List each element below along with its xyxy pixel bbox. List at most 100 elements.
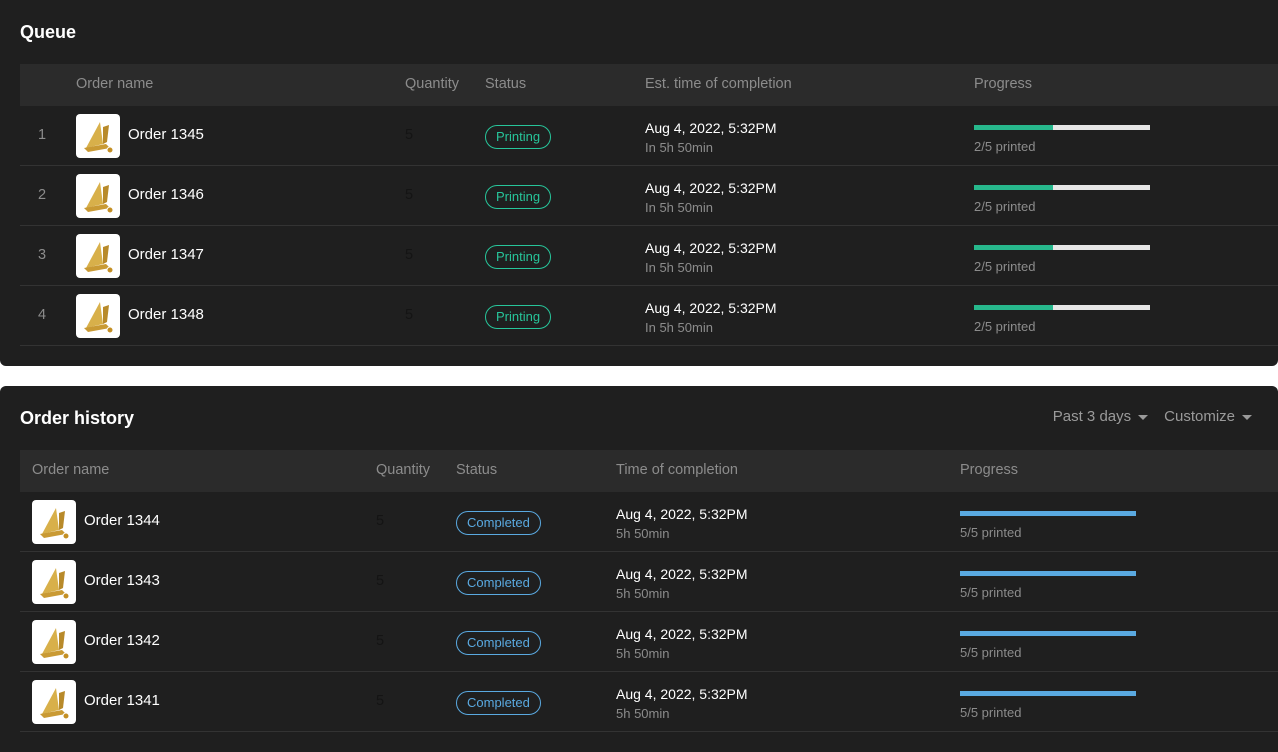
row-index: 4: [38, 307, 47, 323]
progress-bar-fill: [974, 185, 1054, 190]
order-thumbnail-icon: [76, 234, 120, 278]
table-row[interactable]: 4 Order 1348 5 Printing Aug 4, 2022, 5:32PM I…: [20, 286, 1278, 346]
completion-time: Aug 4, 2022, 5:32PM: [645, 240, 777, 256]
progress-bar: [960, 571, 1136, 576]
quantity-value: 5: [376, 693, 385, 709]
progress-label: 2/5 printed: [974, 199, 1036, 214]
order-name-link[interactable]: Order 1343: [84, 572, 160, 589]
order-name-link[interactable]: Order 1348: [128, 306, 204, 323]
quantity-value: 5: [376, 633, 385, 649]
completion-time: Aug 4, 2022, 5:32PM: [616, 686, 748, 702]
quantity-value: 5: [405, 307, 414, 323]
column-header-time-of-completion[interactable]: Time of completion: [616, 462, 738, 478]
column-header-order-name[interactable]: Order name: [32, 462, 109, 478]
table-row[interactable]: Order 1344 5 Completed Aug 4, 2022, 5:32PM 5…: [20, 492, 1278, 552]
column-header-quantity[interactable]: Quantity: [376, 462, 430, 478]
column-header-order-name[interactable]: Order name: [76, 76, 153, 92]
duration-text: 5h 50min: [616, 706, 670, 721]
table-row[interactable]: Order 1342 5 Completed Aug 4, 2022, 5:32PM 5…: [20, 612, 1278, 672]
eta-text: In 5h 50min: [645, 200, 713, 215]
progress-label: 5/5 printed: [960, 525, 1022, 540]
completion-time: Aug 4, 2022, 5:32PM: [616, 566, 748, 582]
status-badge: Completed: [456, 631, 541, 655]
completion-time: Aug 4, 2022, 5:32PM: [645, 180, 777, 196]
queue-panel: Queue Order name Quantity Status Est. ti…: [0, 0, 1278, 366]
status-badge: Printing: [485, 305, 552, 329]
date-range-dropdown[interactable]: Past 3 days: [1052, 408, 1149, 425]
progress-label: 2/5 printed: [974, 139, 1036, 154]
history-table: Order name Quantity Status Time of compl…: [20, 450, 1278, 732]
date-range-label: Past 3 days: [1052, 408, 1132, 425]
progress-bar: [960, 511, 1136, 516]
progress-bar: [974, 305, 1150, 310]
progress-label: 2/5 printed: [974, 319, 1036, 334]
progress-bar-fill: [960, 511, 1136, 516]
progress-bar-fill: [960, 571, 1136, 576]
order-name-link[interactable]: Order 1346: [128, 186, 204, 203]
quantity-value: 5: [405, 127, 414, 143]
order-name-link[interactable]: Order 1341: [84, 692, 160, 709]
order-thumbnail-icon: [76, 114, 120, 158]
quantity-value: 5: [405, 187, 414, 203]
status-badge: Printing: [485, 245, 552, 269]
progress-bar: [960, 631, 1136, 636]
quantity-value: 5: [376, 513, 385, 529]
row-index: 1: [38, 127, 47, 143]
eta-text: In 5h 50min: [645, 140, 713, 155]
row-index: 2: [38, 187, 47, 203]
duration-text: 5h 50min: [616, 586, 670, 601]
quantity-value: 5: [376, 573, 385, 589]
status-badge: Completed: [456, 571, 541, 595]
order-name-link[interactable]: Order 1347: [128, 246, 204, 263]
order-thumbnail-icon: [76, 294, 120, 338]
queue-title: Queue: [20, 22, 77, 42]
completion-time: Aug 4, 2022, 5:32PM: [616, 506, 748, 522]
chevron-down-icon: [1138, 415, 1149, 420]
queue-rows: 1 Order 1345 5 Printing Aug 4, 2022, 5:32PM I…: [20, 106, 1278, 346]
order-thumbnail-icon: [32, 680, 76, 724]
progress-label: 5/5 printed: [960, 585, 1022, 600]
progress-bar-fill: [974, 245, 1054, 250]
progress-label: 5/5 printed: [960, 645, 1022, 660]
completion-time: Aug 4, 2022, 5:32PM: [645, 120, 777, 136]
order-name-link[interactable]: Order 1344: [84, 512, 160, 529]
duration-text: 5h 50min: [616, 646, 670, 661]
order-thumbnail-icon: [32, 560, 76, 604]
column-header-status[interactable]: Status: [456, 462, 497, 478]
table-row[interactable]: 1 Order 1345 5 Printing Aug 4, 2022, 5:32PM I…: [20, 106, 1278, 166]
column-header-progress[interactable]: Progress: [960, 462, 1018, 478]
completion-time: Aug 4, 2022, 5:32PM: [616, 626, 748, 642]
eta-text: In 5h 50min: [645, 320, 713, 335]
duration-text: 5h 50min: [616, 526, 670, 541]
status-badge: Completed: [456, 691, 541, 715]
customize-dropdown[interactable]: Customize: [1164, 408, 1252, 425]
status-badge: Printing: [485, 185, 552, 209]
progress-bar: [974, 125, 1150, 130]
quantity-value: 5: [405, 247, 414, 263]
table-row[interactable]: Order 1343 5 Completed Aug 4, 2022, 5:32PM 5…: [20, 552, 1278, 612]
order-name-link[interactable]: Order 1342: [84, 632, 160, 649]
progress-bar: [974, 185, 1150, 190]
column-header-quantity[interactable]: Quantity: [405, 76, 459, 92]
chevron-down-icon: [1242, 415, 1252, 420]
table-row[interactable]: 3 Order 1347 5 Printing Aug 4, 2022, 5:32PM I…: [20, 226, 1278, 286]
table-row[interactable]: Order 1341 5 Completed Aug 4, 2022, 5:32PM 5…: [20, 672, 1278, 732]
progress-bar-fill: [960, 631, 1136, 636]
order-name-link[interactable]: Order 1345: [128, 126, 204, 143]
progress-bar: [960, 691, 1136, 696]
column-header-progress[interactable]: Progress: [974, 76, 1032, 92]
progress-bar: [974, 245, 1150, 250]
progress-label: 5/5 printed: [960, 705, 1022, 720]
column-header-status[interactable]: Status: [485, 76, 526, 92]
table-row[interactable]: 2 Order 1346 5 Printing Aug 4, 2022, 5:32PM I…: [20, 166, 1278, 226]
progress-bar-fill: [974, 305, 1054, 310]
column-header-est-time[interactable]: Est. time of completion: [645, 76, 792, 92]
order-history-panel: Order history Past 3 days Customize Orde…: [0, 386, 1278, 752]
order-thumbnail-icon: [76, 174, 120, 218]
completion-time: Aug 4, 2022, 5:32PM: [645, 300, 777, 316]
progress-bar-fill: [960, 691, 1136, 696]
status-badge: Printing: [485, 125, 552, 149]
order-thumbnail-icon: [32, 620, 76, 664]
customize-label: Customize: [1164, 408, 1235, 425]
queue-table-header: Order name Quantity Status Est. time of …: [20, 64, 1278, 106]
